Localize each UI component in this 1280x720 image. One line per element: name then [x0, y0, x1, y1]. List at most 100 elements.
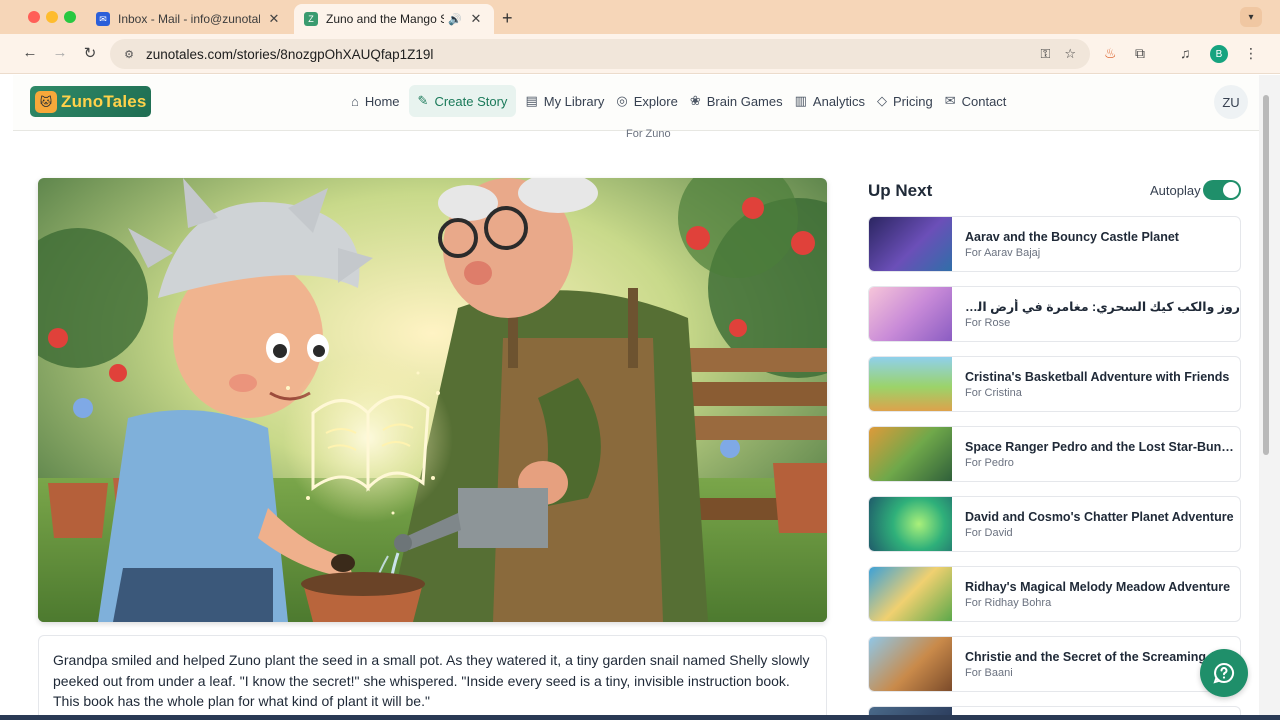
book-icon: ▤ [525, 93, 538, 108]
up-next-card[interactable]: Aarav and the Bouncy Castle Planet For Aa… [868, 216, 1241, 272]
toggle-knob [1223, 182, 1239, 198]
card-title: Space Ranger Pedro and the Lost Star-Bun… [965, 439, 1240, 454]
story-thumbnail [869, 497, 952, 551]
speaker-icon[interactable]: 🔊 [448, 13, 462, 26]
tab-zuno-story[interactable]: Z Zuno and the Mango Seed 🔊 ✕ [294, 4, 494, 34]
media-controls-icon[interactable]: ♫ [1180, 45, 1191, 61]
story-thumbnail [869, 357, 952, 411]
compass-icon: ◎ [616, 93, 628, 108]
card-subtitle: For Pedro [965, 456, 1014, 469]
card-title: روز والكب كيك السحري: مغامرة في أرض الحل… [965, 300, 1240, 314]
tab-title: Zuno and the Mango Seed [326, 12, 445, 26]
card-subtitle: For Ridhay Bohra [965, 596, 1052, 609]
up-next-card[interactable]: Cristina's Basketball Adventure with Fri… [868, 356, 1241, 412]
card-subtitle: For Cristina [965, 386, 1022, 399]
story-thumbnail [869, 217, 952, 271]
user-avatar[interactable]: ZU [1214, 85, 1248, 119]
logo-text: ZunoTales [61, 91, 147, 111]
browser-menu-icon[interactable]: ⋮ [1244, 45, 1258, 62]
story-thumbnail [869, 637, 952, 691]
up-next-card[interactable]: David and Cosmo's Chatter Planet Adventu… [868, 496, 1241, 552]
site-settings-icon[interactable]: ⚙ [120, 48, 138, 61]
help-chat-button[interactable] [1200, 649, 1248, 697]
site-header: 🐱 ZunoTales ⌂ Home ✎ Create Story ▤ My L… [13, 75, 1259, 131]
home-icon: ⌂ [351, 93, 359, 109]
up-next-heading: Up Next [868, 181, 933, 200]
story-illustration [38, 178, 827, 622]
zunotales-logo[interactable]: 🐱 ZunoTales [30, 86, 151, 117]
nav-brain-games[interactable]: ❀ Brain Games [687, 85, 792, 117]
tab-inbox-mail[interactable]: ✉ Inbox - Mail - info@zunotales ✕ [86, 4, 292, 34]
tab-search-chevron-icon[interactable]: ▾ [1240, 7, 1262, 27]
card-subtitle: For Baani [965, 666, 1013, 679]
chat-help-icon [1213, 662, 1234, 684]
bottom-strip [0, 715, 1280, 720]
chart-icon: ▥ [794, 93, 807, 108]
brain-icon: ❀ [689, 93, 701, 108]
story-recipient: For Zuno [626, 128, 671, 140]
nav-label: Home [364, 93, 400, 109]
nav-label: Pricing [892, 93, 933, 109]
nav-label: Create Story [434, 93, 508, 109]
address-bar[interactable]: ⚙ zunotales.com/stories/8nozgpOhXAUQfap1… [110, 39, 1090, 69]
card-subtitle: For Rose [965, 317, 1011, 329]
nav-label: My Library [543, 93, 605, 109]
tab-title: Inbox - Mail - info@zunotales [118, 12, 260, 26]
nav-label: Explore [633, 93, 678, 109]
forward-arrow-icon[interactable]: → [50, 44, 70, 61]
autoplay-toggle[interactable] [1203, 180, 1241, 200]
up-next-card[interactable]: Christie and the Secret of the Screaming… [868, 636, 1241, 692]
browser-tab-bar: ✉ Inbox - Mail - info@zunotales ✕ Z Zuno… [0, 0, 1280, 34]
nav-home[interactable]: ⌂ Home [342, 85, 409, 117]
story-thumbnail [869, 567, 952, 621]
back-arrow-icon[interactable]: ← [20, 44, 40, 61]
profile-avatar[interactable]: B [1210, 45, 1228, 63]
magic-wand-icon: ✎ [417, 93, 429, 108]
nav-explore[interactable]: ◎ Explore [613, 85, 686, 117]
main-nav: ⌂ Home ✎ Create Story ▤ My Library ◎ Exp… [342, 85, 1015, 117]
diamond-icon: ◇ [876, 93, 887, 108]
card-title: Aarav and the Bouncy Castle Planet [965, 229, 1179, 244]
scrollbar-thumb[interactable] [1263, 95, 1269, 455]
page-scrollbar[interactable] [1259, 75, 1280, 720]
tab-close-icon[interactable]: ✕ [266, 11, 282, 27]
nav-label: Brain Games [706, 93, 783, 109]
new-tab-button[interactable]: + [502, 8, 513, 29]
autoplay-label: Autoplay [1150, 183, 1201, 198]
nav-contact[interactable]: ✉ Contact [942, 85, 1016, 117]
card-subtitle: For David [965, 526, 1013, 539]
card-title: David and Cosmo's Chatter Planet Adventu… [965, 509, 1234, 524]
nav-pricing[interactable]: ◇ Pricing [874, 85, 942, 117]
mascot-icon: 🐱 [35, 90, 57, 113]
up-next-card[interactable]: Space Ranger Pedro and the Lost Star-Bun… [868, 426, 1241, 482]
extensions-puzzle-icon[interactable]: ⧉ [1135, 45, 1145, 62]
card-title: Christie and the Secret of the Screaming… [965, 649, 1217, 664]
extension-fire-icon[interactable]: ♨ [1104, 45, 1117, 62]
up-next-card[interactable]: روز والكب كيك السحري: مغامرة في أرض الحل… [868, 286, 1241, 342]
window-close-button[interactable] [28, 11, 40, 23]
card-subtitle: For Aarav Bajaj [965, 246, 1041, 259]
window-minimize-button[interactable] [46, 11, 58, 23]
nav-my-library[interactable]: ▤ My Library [516, 85, 613, 117]
mail-favicon-icon: ✉ [96, 12, 110, 26]
card-title: Cristina's Basketball Adventure with Fri… [965, 369, 1230, 384]
reload-icon[interactable]: ↻ [80, 44, 100, 62]
nav-create-story[interactable]: ✎ Create Story [408, 85, 517, 117]
up-next-card[interactable]: Ridhay's Magical Melody Meadow Adventure… [868, 566, 1241, 622]
window-maximize-button[interactable] [64, 11, 76, 23]
password-key-icon[interactable]: ⚿ [1040, 46, 1050, 62]
zunotales-favicon-icon: Z [304, 12, 318, 26]
card-title: Ridhay's Magical Melody Meadow Adventure [965, 579, 1231, 594]
nav-label: Contact [961, 93, 1007, 109]
story-thumbnail [869, 427, 952, 481]
story-text: Grandpa smiled and helped Zuno plant the… [38, 635, 827, 720]
website: 🐱 ZunoTales ⌂ Home ✎ Create Story ▤ My L… [13, 75, 1259, 720]
mail-icon: ✉ [944, 93, 956, 108]
story-thumbnail [869, 287, 952, 341]
nav-analytics[interactable]: ▥ Analytics [792, 85, 874, 117]
url-text[interactable]: zunotales.com/stories/8nozgpOhXAUQfap1Z1… [146, 47, 1040, 62]
browser-toolbar: ← → ↻ ⚙ zunotales.com/stories/8nozgpOhXA… [0, 34, 1280, 74]
nav-label: Analytics [812, 93, 865, 109]
tab-close-icon[interactable]: ✕ [468, 11, 484, 27]
bookmark-star-icon[interactable]: ☆ [1064, 46, 1076, 62]
